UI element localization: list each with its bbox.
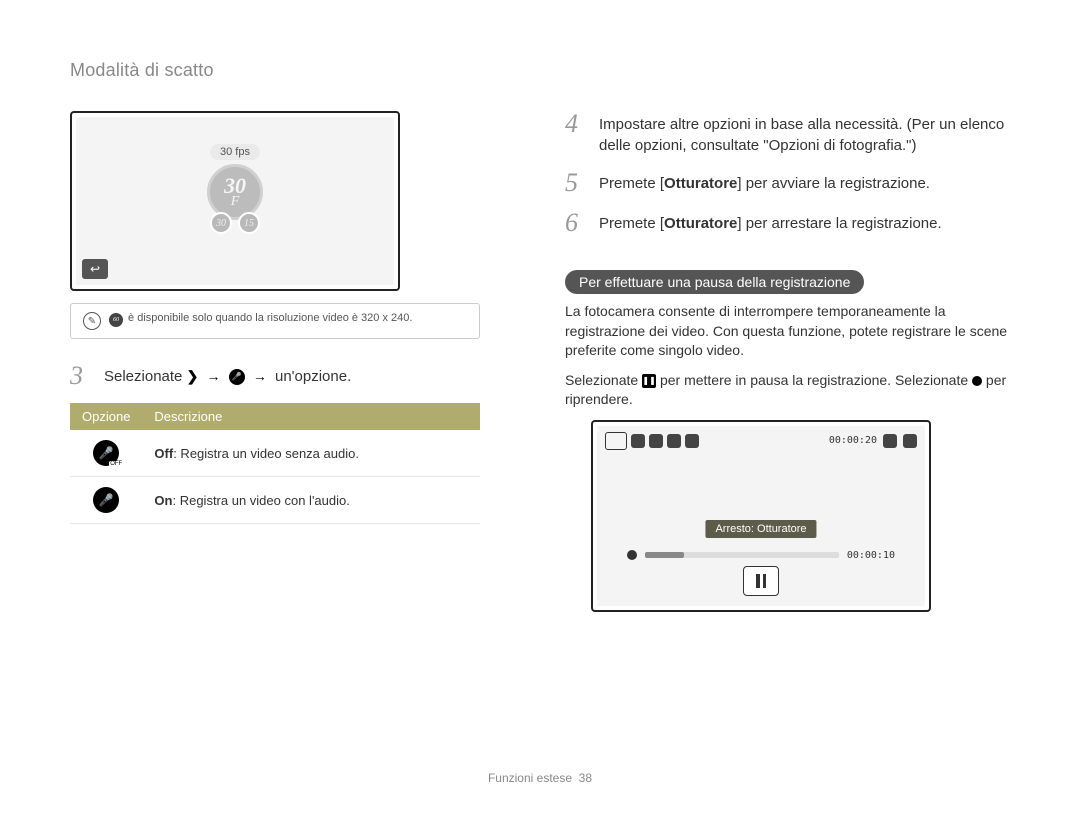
- step-body: Impostare altre opzioni in base alla nec…: [599, 111, 1010, 156]
- pause-button: [743, 566, 779, 596]
- pause-icon: ❚❚: [642, 374, 656, 388]
- step-6: 6 Premete [Otturatore] per arrestare la …: [565, 210, 1010, 236]
- paragraph: La fotocamera consente di interrompere t…: [565, 302, 1010, 361]
- step-number: 6: [565, 210, 587, 236]
- step-5: 5 Premete [Otturatore] per avviare la re…: [565, 170, 1010, 196]
- step-3: 3 Selezionate ❯ → 🎤 → un'opzione.: [70, 363, 515, 389]
- pause-bars-icon: [756, 574, 766, 588]
- option-off-desc: Off: Registra un video senza audio.: [142, 430, 480, 477]
- stop-hint-tag: Arresto: Otturatore: [705, 520, 816, 538]
- left-column: 30 fps 30 F 30 15 ↩ ✎ 60 è disponibile s…: [70, 111, 515, 612]
- right-column: 4 Impostare altre opzioni in base alla n…: [565, 111, 1010, 612]
- col-header-option: Opzione: [70, 403, 142, 430]
- record-dot-icon: [627, 550, 637, 560]
- progress-time: 00:00:10: [847, 550, 895, 561]
- status-icon: [649, 434, 663, 448]
- paragraph: Selezionate ❚❚ per mettere in pausa la r…: [565, 371, 1010, 410]
- chevron-right-icon: ❯: [187, 367, 199, 387]
- footer-section: Funzioni estese: [488, 771, 572, 785]
- step3-prefix: Selezionate: [104, 368, 187, 385]
- step-body: Premete [Otturatore] per avviare la regi…: [599, 170, 930, 196]
- option-on-desc: On: Registra un video con l'audio.: [142, 477, 480, 524]
- fps-f-letter: F: [231, 195, 240, 209]
- para2-pre: Selezionate: [565, 372, 642, 388]
- movie-mode-icon: [605, 432, 627, 450]
- fps-option-15-icon: 15: [238, 212, 260, 234]
- note-text: 60 è disponibile solo quando la risoluzi…: [109, 312, 412, 327]
- storage-icon: [883, 434, 897, 448]
- fps-label-pill: 30 fps: [210, 144, 260, 160]
- table-row: 🎤 On: Registra un video con l'audio.: [70, 477, 480, 524]
- fps-60-icon: 60: [109, 313, 123, 327]
- options-table: Opzione Descrizione 🎤OFF Off: Registra u…: [70, 403, 480, 524]
- note-text-body: è disponibile solo quando la risoluzione…: [125, 312, 412, 324]
- table-row: 🎤OFF Off: Registra un video senza audio.: [70, 430, 480, 477]
- status-icon: [667, 434, 681, 448]
- step-number: 4: [565, 111, 587, 156]
- progress-bar: [645, 552, 839, 558]
- fps-option-30-icon: 30: [210, 212, 232, 234]
- step-4: 4 Impostare altre opzioni in base alla n…: [565, 111, 1010, 156]
- page-title: Modalità di scatto: [70, 60, 1010, 81]
- para2-mid: per mettere in pausa la registrazione. S…: [660, 372, 972, 388]
- record-icon: [972, 376, 982, 386]
- status-icon: [631, 434, 645, 448]
- col-header-description: Descrizione: [142, 403, 480, 430]
- arrow-icon: →: [249, 368, 271, 384]
- footer-page-number: 38: [579, 771, 592, 785]
- section-heading-pill: Per effettuare una pausa della registraz…: [565, 270, 864, 294]
- lcd-screenshot-1: 30 fps 30 F 30 15 ↩: [70, 111, 400, 291]
- page-footer: Funzioni estese 38: [0, 771, 1080, 785]
- status-icon: [685, 434, 699, 448]
- note-info-icon: ✎: [83, 312, 101, 330]
- battery-icon: [903, 434, 917, 448]
- back-icon: ↩: [82, 259, 108, 279]
- arrow-icon: →: [202, 368, 224, 384]
- step-number: 3: [70, 363, 92, 389]
- step-body: Premete [Otturatore] per arrestare la re…: [599, 210, 942, 236]
- lcd-screenshot-2: 00:00:20 Arresto: Otturatore 00:00:10: [591, 420, 931, 612]
- step-body: Selezionate ❯ → 🎤 → un'opzione.: [104, 363, 351, 389]
- mic-off-icon: 🎤OFF: [93, 440, 119, 466]
- step-number: 5: [565, 170, 587, 196]
- mic-on-icon: 🎤: [93, 487, 119, 513]
- step3-suffix: un'opzione.: [275, 368, 351, 385]
- content-columns: 30 fps 30 F 30 15 ↩ ✎ 60 è disponibile s…: [70, 111, 1010, 612]
- microphone-icon: 🎤: [229, 369, 245, 385]
- record-timer: 00:00:20: [829, 435, 877, 446]
- note-box: ✎ 60 è disponibile solo quando la risolu…: [70, 303, 480, 339]
